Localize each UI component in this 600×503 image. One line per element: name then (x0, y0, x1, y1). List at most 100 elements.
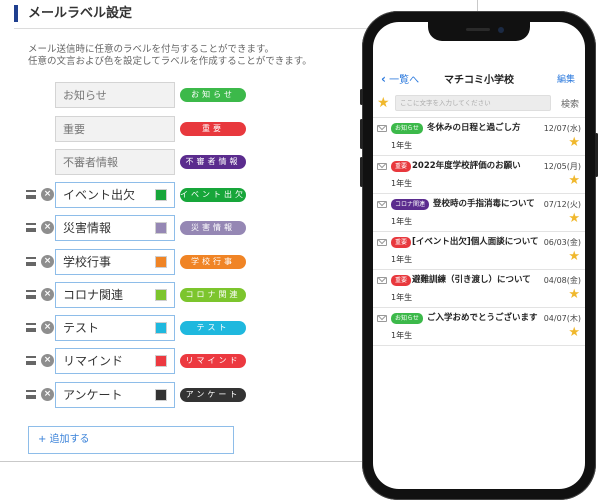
envelope-icon (377, 163, 387, 170)
nav-title: マチコミ小学校 (444, 75, 514, 86)
star-filter-icon[interactable]: ★ (377, 95, 390, 111)
phone-side-button (595, 133, 598, 177)
edit-button[interactable]: 編集 (557, 72, 575, 85)
drag-handle-icon[interactable] (26, 390, 36, 399)
label-name-input[interactable]: アンケート (55, 382, 175, 408)
delete-icon[interactable]: × (41, 388, 54, 401)
label-preview-badge: 学校行事 (180, 255, 246, 269)
star-icon[interactable]: ★ (568, 136, 580, 150)
message-label-badge: お知らせ (391, 123, 423, 134)
message-title: 2022年度学校評価のお願い (412, 161, 521, 171)
label-preview-badge: アンケート (180, 388, 246, 402)
search-input[interactable]: ここに文字を入力してください (395, 95, 551, 111)
message-class: 1年生 (391, 179, 413, 188)
label-name-value: テスト (63, 321, 100, 335)
message-label-badge: 重要 (391, 275, 412, 286)
drag-handle-icon[interactable] (26, 257, 36, 266)
label-preview-badge: 災害情報 (180, 221, 246, 235)
envelope-icon (377, 125, 387, 132)
label-name-value: コロナ関連 (63, 288, 124, 302)
label-name-value: リマインド (63, 354, 124, 368)
star-icon[interactable]: ★ (568, 326, 580, 340)
drag-handle-icon[interactable] (26, 190, 36, 199)
label-preview-badge: コロナ関連 (180, 288, 246, 302)
add-label-button[interactable]: + 追加する (28, 426, 234, 454)
message-item[interactable]: お知らせ ご入学おめでとうございます 04/07(木) 1年生 ★ (373, 308, 585, 346)
drag-handle-icon[interactable] (26, 323, 36, 332)
label-name-input[interactable]: リマインド (55, 348, 175, 374)
delete-icon[interactable]: × (41, 221, 54, 234)
message-title: 冬休みの日程と過ごし方 (427, 123, 521, 133)
color-swatch[interactable] (155, 322, 167, 334)
message-item[interactable]: 重要 2022年度学校評価のお願い 12/05(月) 1年生 ★ (373, 156, 585, 194)
description: メール送信時に任意のラベルを付与することができます。 任意の文言および色を設定し… (28, 44, 348, 68)
color-swatch[interactable] (155, 289, 167, 301)
color-swatch[interactable] (155, 222, 167, 234)
color-swatch[interactable] (155, 389, 167, 401)
delete-icon[interactable]: × (41, 354, 54, 367)
envelope-icon (377, 239, 387, 246)
drag-handle-icon[interactable] (26, 356, 36, 365)
color-swatch[interactable] (155, 256, 167, 268)
camera (498, 27, 504, 33)
message-title: 避難訓練（引き渡し）について (412, 275, 531, 285)
message-label-badge: コロナ関連 (391, 199, 430, 210)
label-name-value: 学校行事 (63, 255, 112, 269)
message-item[interactable]: コロナ関連 登校時の手指消毒について 07/12(火) 1年生 ★ (373, 194, 585, 232)
phone-notch (428, 22, 530, 41)
label-name-value: イベント出欠 (63, 188, 136, 202)
envelope-icon (377, 277, 387, 284)
label-name-input[interactable]: コロナ関連 (55, 282, 175, 308)
label-name-input[interactable]: 学校行事 (55, 249, 175, 275)
star-icon[interactable]: ★ (568, 288, 580, 302)
message-date: 12/07(水) (543, 124, 581, 133)
color-swatch[interactable] (155, 189, 167, 201)
message-class: 1年生 (391, 293, 413, 302)
message-title: 登校時の手指消毒について (433, 199, 535, 209)
message-item[interactable]: 重要 [イベント出欠]個人面談について 06/03(金) 1年生 ★ (373, 232, 585, 270)
drag-handle-icon[interactable] (26, 223, 36, 232)
message-title: ご入学おめでとうございます (427, 313, 538, 323)
envelope-icon (377, 201, 387, 208)
label-name-value: 災害情報 (63, 221, 112, 235)
message-item[interactable]: 重要 避難訓練（引き渡し）について 04/08(金) 1年生 ★ (373, 270, 585, 308)
envelope-icon (377, 315, 387, 322)
message-class: 1年生 (391, 255, 413, 264)
drag-handle-icon[interactable] (26, 290, 36, 299)
search-bar: ★ ここに文字を入力してください 検索 (373, 93, 585, 115)
star-icon[interactable]: ★ (568, 212, 580, 226)
message-date: 07/12(火) (543, 200, 581, 209)
star-icon[interactable]: ★ (568, 174, 580, 188)
label-preview-badge: テスト (180, 321, 246, 335)
message-class: 1年生 (391, 331, 413, 340)
label-name-input[interactable]: イベント出欠 (55, 182, 175, 208)
label-name-input[interactable]: テスト (55, 315, 175, 341)
star-icon[interactable]: ★ (568, 250, 580, 264)
message-title: [イベント出欠]個人面談について (412, 237, 539, 247)
description-line-1: メール送信時に任意のラベルを付与することができます。 (28, 44, 275, 55)
phone-side-button (360, 89, 363, 105)
delete-icon[interactable]: × (41, 255, 54, 268)
label-preview-badge: 不審者情報 (180, 155, 246, 169)
label-preview-badge: お知らせ (180, 88, 246, 102)
label-name-field: 重要 (55, 116, 175, 142)
label-preview-badge: イベント出欠 (180, 188, 246, 202)
label-preview-badge: 重要 (180, 122, 246, 136)
delete-icon[interactable]: × (41, 288, 54, 301)
message-label-badge: 重要 (391, 161, 412, 172)
message-label-badge: 重要 (391, 237, 412, 248)
message-class: 1年生 (391, 217, 413, 226)
phone-side-button (360, 119, 363, 149)
delete-icon[interactable]: × (41, 188, 54, 201)
label-name-value: アンケート (63, 388, 123, 402)
delete-icon[interactable]: × (41, 321, 54, 334)
label-name-field: 不審者情報 (55, 149, 175, 175)
phone-side-button (360, 157, 363, 187)
color-swatch[interactable] (155, 355, 167, 367)
nav-bar: ‹ 一覧へ マチコミ小学校 編集 (373, 67, 585, 89)
label-name-input[interactable]: 災害情報 (55, 215, 175, 241)
speaker (466, 28, 490, 31)
search-button[interactable]: 検索 (561, 97, 579, 110)
message-item[interactable]: お知らせ 冬休みの日程と過ごし方 12/07(水) 1年生 ★ (373, 118, 585, 156)
description-line-2: 任意の文言および色を設定してラベルを作成することができます。 (28, 56, 312, 67)
